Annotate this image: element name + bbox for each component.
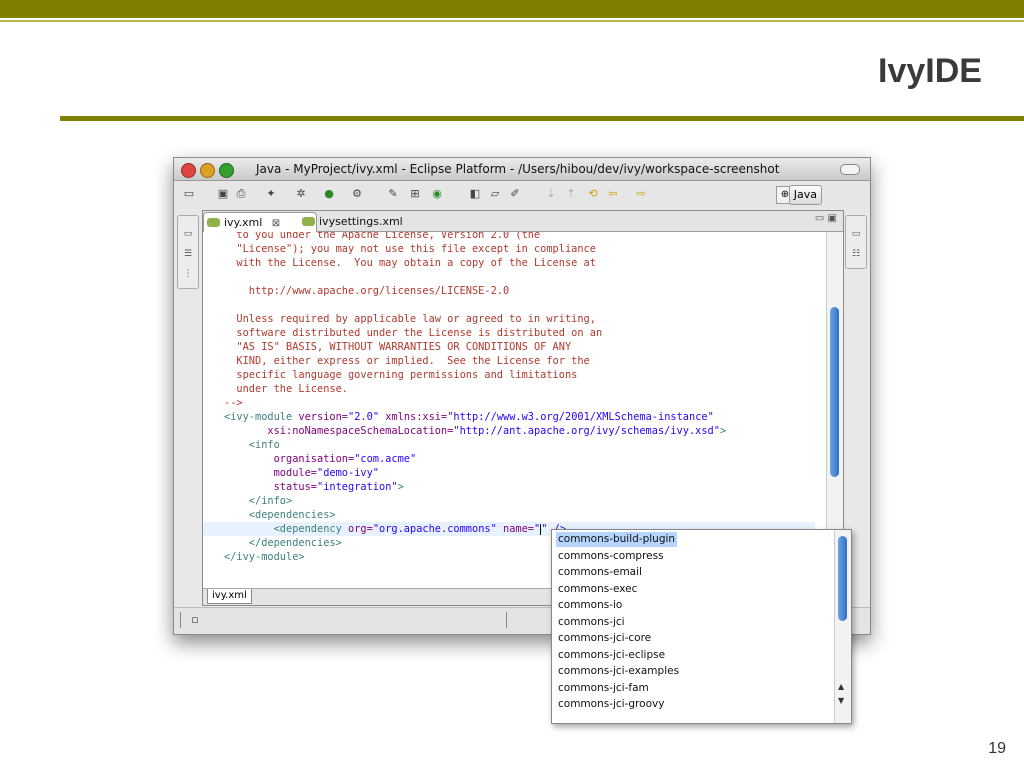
editor-tabbar: ivy.xml ⊠ ivysettings.xml ▭ ▣ bbox=[203, 211, 843, 232]
completion-item[interactable]: commons-jci-groovy bbox=[556, 697, 666, 712]
code-line: status="integration"> bbox=[224, 481, 404, 493]
fast-view-icon[interactable]: ▫ bbox=[188, 613, 202, 627]
editor-scroll-thumb[interactable] bbox=[830, 307, 839, 477]
code-line: </ivy-module> bbox=[224, 551, 305, 563]
back-icon[interactable]: ⇦ bbox=[606, 187, 620, 201]
code-line: specific language governing permissions … bbox=[224, 369, 578, 381]
title-rule bbox=[60, 116, 1024, 121]
window-title: Java - MyProject/ivy.xml - Eclipse Platf… bbox=[256, 162, 780, 176]
debug-icon[interactable]: ✲ bbox=[294, 187, 308, 201]
new-package-icon[interactable]: ⊞ bbox=[408, 187, 422, 201]
code-line: xsi:noNamespaceSchemaLocation="http://an… bbox=[224, 425, 727, 437]
code-line: <dependencies> bbox=[224, 509, 336, 521]
minimize-maximize-icon[interactable]: ▭ ▣ bbox=[815, 213, 837, 224]
completion-item[interactable]: commons-email bbox=[556, 565, 644, 580]
close-window-button[interactable] bbox=[181, 163, 196, 178]
completion-item[interactable]: commons-jci bbox=[556, 615, 627, 630]
page-number: 19 bbox=[988, 740, 1006, 757]
code-line: "License"); you may not use this file ex… bbox=[224, 243, 596, 255]
code-line: with the License. You may obtain a copy … bbox=[224, 257, 596, 269]
open-folder-icon[interactable]: ▱ bbox=[488, 187, 502, 201]
completion-item[interactable]: commons-jci-core bbox=[556, 631, 653, 646]
minimize-window-button[interactable] bbox=[200, 163, 215, 178]
code-line: --> bbox=[224, 397, 243, 409]
new-class-icon[interactable]: ◉ bbox=[430, 187, 444, 201]
run-icon[interactable]: ● bbox=[322, 187, 336, 201]
content-assist-popup: commons-build-plugin commons-compress co… bbox=[551, 529, 852, 724]
slide-title: IvyIDE bbox=[878, 52, 982, 90]
code-line: </dependencies> bbox=[224, 537, 342, 549]
new-icon[interactable]: ▭ bbox=[182, 187, 196, 201]
completion-item[interactable]: commons-jci-examples bbox=[556, 664, 681, 679]
outline-icon[interactable]: ☷ bbox=[850, 248, 862, 260]
ivy-file-icon bbox=[302, 217, 315, 226]
zoom-window-button[interactable] bbox=[219, 163, 234, 178]
new-java-project-icon[interactable]: ✎ bbox=[386, 187, 400, 201]
restore-icon[interactable]: ▭ bbox=[182, 228, 194, 240]
code-line: Unless required by applicable law or agr… bbox=[224, 313, 596, 325]
last-edit-icon[interactable]: ⟲ bbox=[586, 187, 600, 201]
toolbar-toggle-button[interactable] bbox=[840, 164, 860, 175]
slide-header-bar bbox=[0, 0, 1024, 18]
forward-icon[interactable]: ⇨ bbox=[634, 187, 648, 201]
tab-ivysettings-xml[interactable]: ivysettings.xml bbox=[299, 212, 429, 231]
scroll-up-icon[interactable]: ▲ bbox=[838, 682, 844, 691]
main-toolbar: ▭ ▣ ⎙ ✦ ✲ ● ⚙ ✎ ⊞ ◉ ◧ ▱ ✐ ⇣ ⇡ ⟲ ⇦ ⇨ ⊕ Ja… bbox=[174, 181, 870, 209]
code-line: software distributed under the License i… bbox=[224, 327, 603, 339]
scroll-down-icon[interactable]: ▼ bbox=[838, 696, 844, 705]
print-icon[interactable]: ⎙ bbox=[234, 187, 248, 201]
completion-item[interactable]: commons-jci-eclipse bbox=[556, 648, 667, 663]
completion-item[interactable]: commons-build-plugin bbox=[556, 532, 678, 547]
code-line: http://www.apache.org/licenses/LICENSE-2… bbox=[224, 285, 510, 297]
save-icon[interactable]: ▣ bbox=[216, 187, 230, 201]
code-line: <info bbox=[224, 439, 280, 451]
package-explorer-icon[interactable]: ☰ bbox=[182, 248, 194, 260]
java-perspective-label: Java bbox=[793, 188, 817, 201]
build-icon[interactable]: ✦ bbox=[264, 187, 278, 201]
code-line: organisation="com.acme" bbox=[224, 453, 417, 465]
slide-header-line bbox=[0, 20, 1024, 22]
tab-label: ivysettings.xml bbox=[319, 215, 403, 228]
code-line: KIND, either express or implied. See the… bbox=[224, 355, 590, 367]
right-trim-stack: ▭ ☷ bbox=[845, 215, 867, 269]
prev-annotation-icon[interactable]: ⇡ bbox=[564, 187, 578, 201]
hierarchy-icon[interactable]: ⋮ bbox=[182, 268, 194, 280]
source-tab[interactable]: ivy.xml bbox=[207, 589, 252, 604]
code-line: </info> bbox=[224, 495, 293, 507]
external-tools-icon[interactable]: ⚙ bbox=[350, 187, 364, 201]
search-icon[interactable]: ✐ bbox=[508, 187, 522, 201]
completion-item[interactable]: commons-io bbox=[556, 598, 624, 613]
code-area[interactable]: to you under the Apache License, Version… bbox=[203, 232, 815, 572]
completion-item[interactable]: commons-compress bbox=[556, 549, 666, 564]
window-titlebar: Java - MyProject/ivy.xml - Eclipse Platf… bbox=[174, 158, 870, 181]
code-line: "AS IS" BASIS, WITHOUT WARRANTIES OR CON… bbox=[224, 341, 572, 353]
editor-scrollbar[interactable] bbox=[826, 232, 843, 572]
code-line: under the License. bbox=[224, 383, 348, 395]
status-separator bbox=[506, 612, 507, 628]
java-perspective-button[interactable]: Java bbox=[788, 185, 822, 205]
code-line: <ivy-module version="2.0" xmlns:xsi="htt… bbox=[224, 411, 714, 423]
status-separator bbox=[180, 612, 181, 628]
code-line: to you under the Apache License, Version… bbox=[224, 232, 541, 241]
ivy-file-icon bbox=[207, 218, 220, 227]
completion-scroll-thumb[interactable] bbox=[838, 536, 847, 621]
completion-item[interactable]: commons-exec bbox=[556, 582, 639, 597]
left-trim-stack: ▭ ☰ ⋮ bbox=[177, 215, 199, 289]
open-type-icon[interactable]: ◧ bbox=[468, 187, 482, 201]
code-line: module="demo-ivy" bbox=[224, 467, 379, 479]
restore-right-icon[interactable]: ▭ bbox=[850, 228, 862, 240]
completion-scrollbar[interactable]: ▲ ▼ bbox=[834, 530, 851, 723]
close-tab-icon[interactable]: ⊠ bbox=[272, 218, 280, 229]
next-annotation-icon[interactable]: ⇣ bbox=[544, 187, 558, 201]
tab-label: ivy.xml bbox=[224, 216, 263, 229]
completion-item[interactable]: commons-jci-fam bbox=[556, 681, 651, 696]
